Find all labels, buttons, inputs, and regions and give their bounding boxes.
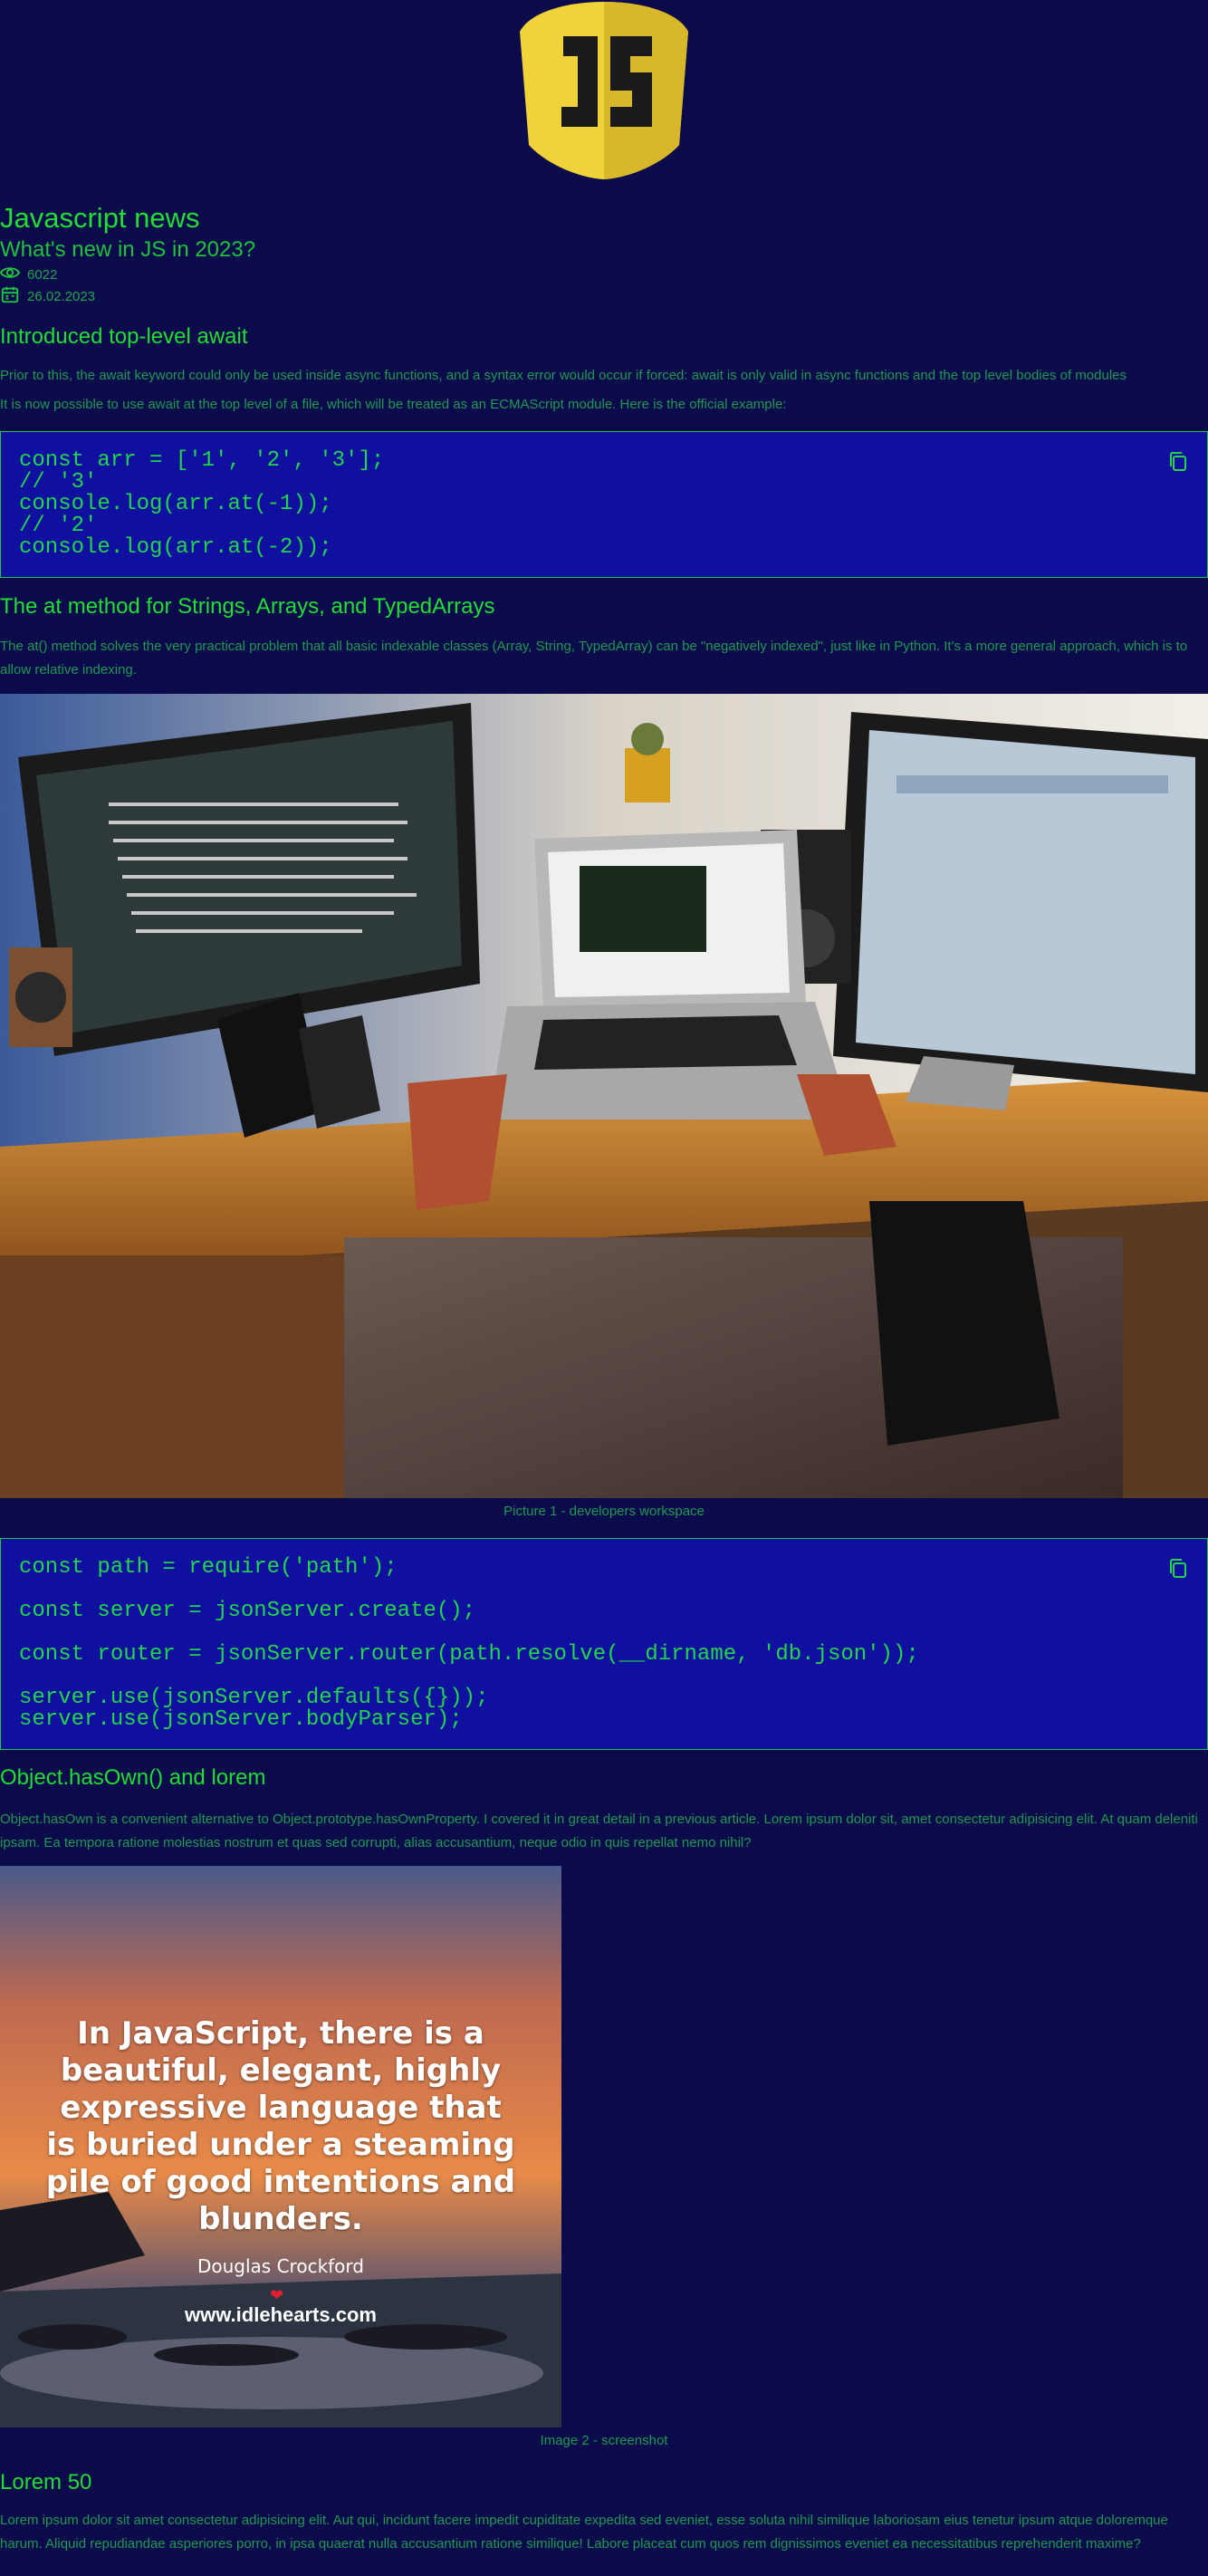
copy-icon[interactable] [1167, 1557, 1189, 1581]
code-line: console.log(arr.at(-2)); [19, 535, 332, 560]
copy-icon[interactable] [1167, 450, 1189, 474]
code-line: const router = jsonServer.router(path.re… [19, 1642, 919, 1667]
views-count: 6022 [27, 266, 58, 283]
picture1-caption: Picture 1 - developers workspace [503, 1504, 705, 1519]
code-block-1: const arr = ['1', '2', '3']; // '3' cons… [0, 431, 1208, 578]
section-title-lorem50: Lorem 50 [0, 2470, 92, 2494]
section-paragraph: The at() method solves the very practica… [0, 639, 1188, 678]
section-paragraph: Prior to this, the await keyword could o… [0, 368, 1127, 383]
code-line: const path = require('path'); [19, 1555, 398, 1580]
quote-site: www.idlehearts.com [185, 2303, 377, 2326]
code-line: // '2' [19, 514, 98, 538]
code-line: const arr = ['1', '2', '3']; [19, 448, 385, 473]
section-paragraph: It is now possible to use await at the t… [0, 397, 787, 412]
code-line: const server = jsonServer.create(); [19, 1599, 476, 1623]
heart-logo-icon: ❤ [270, 2286, 284, 2304]
code-line: // '3' [19, 470, 98, 495]
page-title: Javascript news [0, 202, 200, 234]
code-block-2: const path = require('path'); const serv… [0, 1538, 1208, 1750]
views-row: 6022 [0, 264, 57, 284]
js-logo [518, 0, 690, 181]
publish-date: 26.02.2023 [27, 288, 96, 304]
section-title-top-level-await: Introduced top-level await [0, 324, 248, 349]
image2-caption: Image 2 - screenshot [540, 2433, 668, 2448]
section-paragraph: Lorem ipsum dolor sit amet consectetur a… [0, 2513, 1168, 2552]
calendar-icon [0, 284, 20, 308]
code-line: server.use(jsonServer.bodyParser); [19, 1707, 463, 1732]
quote-text: In JavaScript, there is a beautiful, ele… [45, 2015, 516, 2237]
quote-author: Douglas Crockford [197, 2255, 364, 2277]
code-line: console.log(arr.at(-1)); [19, 492, 332, 516]
eye-icon [0, 263, 21, 286]
code-line: server.use(jsonServer.defaults({})); [19, 1686, 489, 1710]
section-title-hasown: Object.hasOwn() and lorem [0, 1765, 266, 1790]
quote-image: In JavaScript, there is a beautiful, ele… [0, 1866, 561, 2427]
page-subtitle: What's new in JS in 2023? [0, 237, 256, 262]
date-row: 26.02.2023 [0, 286, 95, 306]
workspace-photo [0, 694, 1208, 1498]
section-paragraph: Object.hasOwn is a convenient alternativ… [0, 1812, 1198, 1850]
section-title-at-method: The at method for Strings, Arrays, and T… [0, 594, 495, 619]
